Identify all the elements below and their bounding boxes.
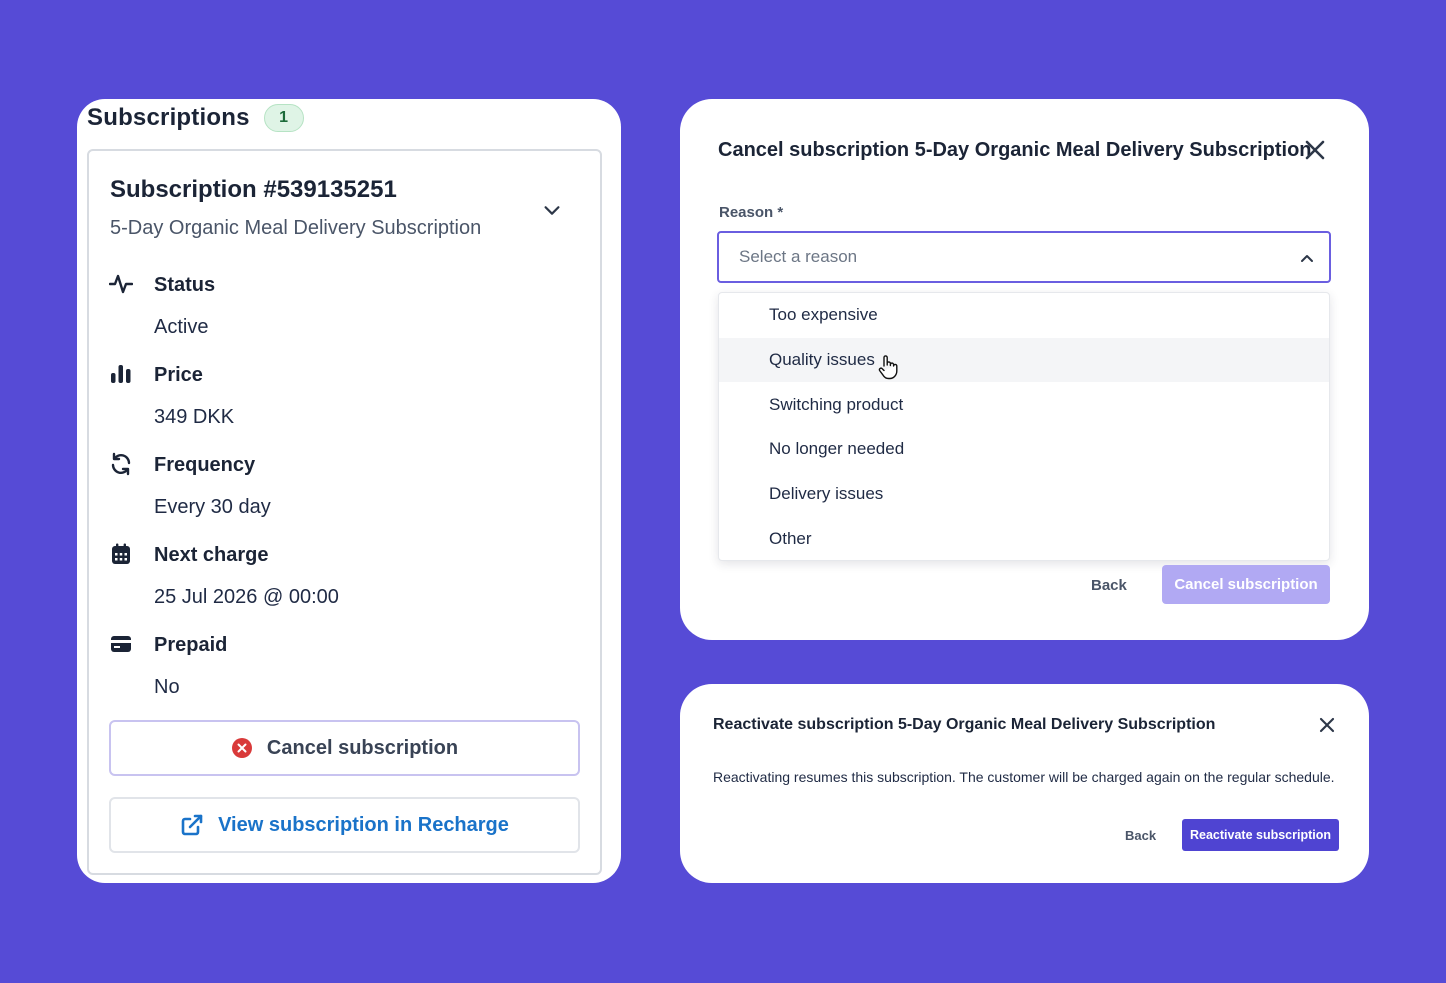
reactivate-button[interactable]: Reactivate subscription bbox=[1182, 819, 1339, 851]
detail-label: Next charge bbox=[154, 544, 269, 566]
view-in-recharge-label: View subscription in Recharge bbox=[218, 813, 509, 836]
reason-dropdown: Too expensive Quality issues Switching p… bbox=[718, 292, 1330, 561]
detail-prepaid: Prepaid No bbox=[109, 626, 569, 706]
detail-frequency: Frequency Every 30 day bbox=[109, 446, 569, 526]
detail-status: Status Active bbox=[109, 266, 569, 346]
refresh-icon bbox=[111, 452, 131, 476]
bar-chart-icon bbox=[111, 365, 131, 383]
modal-message: Reactivating resumes this subscription. … bbox=[713, 769, 1335, 785]
activity-icon bbox=[109, 274, 133, 294]
cancel-subscription-label: Cancel subscription bbox=[266, 736, 459, 759]
reason-option[interactable]: Switching product bbox=[719, 382, 1329, 427]
reason-option[interactable]: Too expensive bbox=[719, 293, 1329, 338]
modal-title: Cancel subscription 5-Day Organic Meal D… bbox=[718, 139, 1312, 161]
reason-option-hovered[interactable]: Quality issues bbox=[719, 337, 1329, 383]
detail-label: Price bbox=[154, 364, 203, 386]
close-icon[interactable] bbox=[1318, 716, 1336, 734]
detail-value: Every 30 day bbox=[154, 496, 271, 518]
subscriptions-title: Subscriptions bbox=[87, 104, 250, 131]
back-button[interactable]: Back bbox=[1091, 577, 1127, 594]
detail-value: Active bbox=[154, 316, 209, 338]
calendar-icon bbox=[112, 543, 130, 564]
reason-option[interactable]: No longer needed bbox=[719, 427, 1329, 472]
subscription-card: Subscription #539135251 5-Day Organic Me… bbox=[87, 149, 602, 875]
detail-price: Price 349 DKK bbox=[109, 356, 569, 436]
external-link-icon bbox=[181, 814, 203, 836]
subscription-product: 5-Day Organic Meal Delivery Subscription bbox=[110, 217, 482, 239]
close-circle-icon bbox=[231, 738, 252, 758]
detail-value: 25 Jul 2026 @ 00:00 bbox=[154, 586, 339, 608]
detail-label: Frequency bbox=[154, 454, 256, 476]
detail-value: No bbox=[154, 676, 180, 698]
subscriptions-count-badge: 1 bbox=[263, 104, 304, 132]
reason-option-label: Quality issues bbox=[769, 350, 875, 370]
cancel-subscription-modal: Cancel subscription 5-Day Organic Meal D… bbox=[680, 99, 1369, 640]
modal-title: Reactivate subscription 5-Day Organic Me… bbox=[713, 716, 1216, 733]
detail-value: 349 DKK bbox=[154, 406, 235, 428]
reason-option[interactable]: Other bbox=[719, 516, 1329, 560]
chevron-down-icon[interactable] bbox=[541, 199, 563, 221]
chevron-up-icon bbox=[1301, 255, 1313, 262]
subscription-id: Subscription #539135251 bbox=[110, 176, 397, 203]
reason-option[interactable]: Delivery issues bbox=[719, 472, 1329, 517]
reason-select-placeholder: Select a reason bbox=[739, 247, 858, 266]
close-icon[interactable] bbox=[1303, 138, 1327, 162]
cancel-subscription-button[interactable]: Cancel subscription bbox=[109, 720, 580, 776]
detail-label: Prepaid bbox=[154, 634, 228, 656]
subscriptions-panel: Subscriptions 1 Subscription #539135251 … bbox=[77, 99, 621, 883]
detail-label: Status bbox=[154, 274, 216, 296]
detail-next-charge: Next charge 25 Jul 2026 @ 00:00 bbox=[109, 536, 569, 616]
subscriptions-header: Subscriptions 1 bbox=[87, 104, 304, 132]
reason-select[interactable]: Select a reason bbox=[717, 231, 1331, 283]
view-in-recharge-button[interactable]: View subscription in Recharge bbox=[109, 797, 580, 853]
hand-cursor-icon bbox=[878, 354, 898, 379]
confirm-cancel-button[interactable]: Cancel subscription bbox=[1162, 565, 1330, 604]
reason-label: Reason * bbox=[719, 204, 784, 221]
credit-card-icon bbox=[111, 636, 131, 652]
reactivate-subscription-modal: Reactivate subscription 5-Day Organic Me… bbox=[680, 684, 1369, 883]
back-button[interactable]: Back bbox=[1125, 828, 1156, 843]
